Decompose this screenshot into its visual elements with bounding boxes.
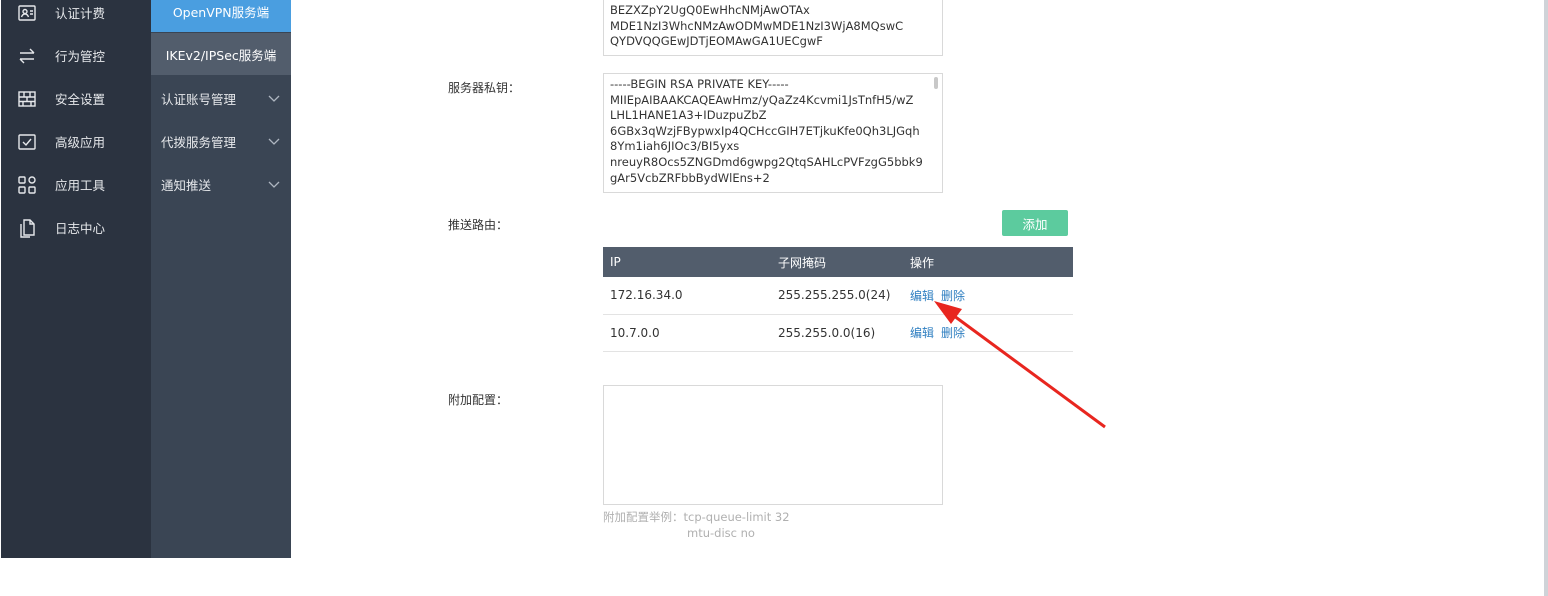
delete-link[interactable]: 删除 [941,326,965,340]
cell-ip: 172.16.34.0 [603,277,771,315]
server-cert-textarea[interactable]: BEZXZpY2UgQ0EwHhcNMjAwOTAx MDE1NzI3WhcNM… [603,0,943,56]
extra-config-hint: 附加配置举例：tcp-queue-limit 32 mtu-disc no [603,509,790,541]
table-row: 10.7.0.0 255.255.0.0(16) 编辑 删除 [603,314,1073,352]
sidebar-item-security[interactable]: 安全设置 [1,77,151,120]
sidebar-item-label: 认证计费 [55,6,106,21]
edit-link[interactable]: 编辑 [910,326,934,340]
sidebar-item-tools[interactable]: 应用工具 [1,163,151,206]
sub-sidebar: OpenVPN服务端 IKEv2/IPSec服务端 认证账号管理 代拨服务管理 … [151,0,291,558]
page: 认证计费 行为管控 安全设置 高级应用 应用工具 日志中心 OpenVPN服务端… [0,0,1548,596]
private-key-textarea[interactable]: -----BEGIN RSA PRIVATE KEY----- MIIEpAIB… [603,73,943,193]
main-sidebar: 认证计费 行为管控 安全设置 高级应用 应用工具 日志中心 [1,0,151,558]
apps-grid-icon [16,174,38,196]
chevron-down-icon [268,181,280,188]
table-header-row: IP 子网掩码 操作 [603,247,1073,277]
sidebar-item-label: 行为管控 [55,49,106,64]
subnav-openvpn[interactable]: OpenVPN服务端 [151,0,291,32]
sidebar-item-advanced[interactable]: 高级应用 [1,120,151,163]
cell-ip: 10.7.0.0 [603,314,771,352]
firewall-icon [16,88,38,110]
sidebar-item-label: 高级应用 [55,135,106,150]
delete-link[interactable]: 删除 [941,289,965,303]
subnav-group-label: 代拨服务管理 [161,135,237,150]
sidebar-item-label: 日志中心 [55,221,106,236]
sidebar-item-label: 安全设置 [55,92,106,107]
subnav-ikev2[interactable]: IKEv2/IPSec服务端 [151,33,291,75]
subnav-group-notify-push[interactable]: 通知推送 [151,163,291,206]
document-icon [16,217,38,239]
column-header-mask: 子网掩码 [771,247,903,277]
extra-config-textarea[interactable] [603,385,943,505]
hint-line: mtu-disc no [687,526,755,540]
subnav-group-auth-accounts[interactable]: 认证账号管理 [151,77,291,120]
sidebar-item-label: 应用工具 [55,178,106,193]
private-key-label: 服务器私钥： [448,81,521,95]
column-header-actions: 操作 [903,247,1073,277]
column-header-ip: IP [603,247,771,277]
subnav-group-label: 通知推送 [161,178,212,193]
checklist-icon [16,131,38,153]
subnav-group-dial-service[interactable]: 代拨服务管理 [151,120,291,163]
edit-link[interactable]: 编辑 [910,289,934,303]
chevron-down-icon [268,138,280,145]
cell-actions: 编辑 删除 [903,314,1073,352]
cell-mask: 255.255.255.0(24) [771,277,903,315]
cell-mask: 255.255.0.0(16) [771,314,903,352]
table-row: 172.16.34.0 255.255.255.0(24) 编辑 删除 [603,277,1073,315]
user-card-icon [16,2,38,24]
push-route-label: 推送路由： [448,218,509,232]
add-route-button[interactable]: 添加 [1002,210,1068,236]
subnav-group-label: 认证账号管理 [161,92,237,107]
sidebar-item-behavior-control[interactable]: 行为管控 [1,34,151,77]
page-scrollbar[interactable] [1544,0,1548,596]
extra-config-label: 附加配置： [448,393,509,407]
routes-table: IP 子网掩码 操作 172.16.34.0 255.255.255.0(24)… [603,247,1073,352]
hint-line: 附加配置举例：tcp-queue-limit 32 [603,510,790,524]
scrollbar-thumb[interactable] [934,77,938,89]
chevron-down-icon [268,95,280,102]
sidebar-item-logs[interactable]: 日志中心 [1,206,151,249]
cell-actions: 编辑 删除 [903,277,1073,315]
swap-arrows-icon [16,45,38,67]
sidebar-item-auth-billing[interactable]: 认证计费 [1,0,151,34]
